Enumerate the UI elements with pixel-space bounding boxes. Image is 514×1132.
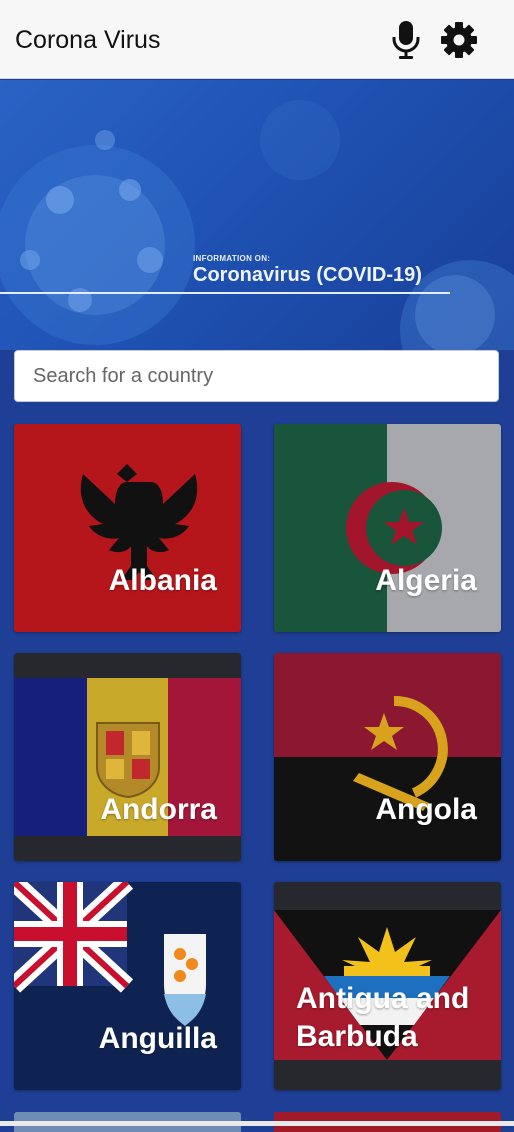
anguilla-flag-image [14,882,241,1090]
banner-divider [0,292,450,294]
virus-illustration [0,100,514,350]
country-card-albania[interactable]: Albania [14,424,241,632]
albania-flag-image [14,424,241,632]
country-card-anguilla[interactable]: Anguilla [14,882,241,1090]
country-card-andorra[interactable]: Andorra [14,653,241,861]
gear-icon[interactable] [440,21,478,59]
country-name: Anguilla [98,1022,217,1055]
microphone-icon[interactable] [390,20,422,60]
app-header: Corona Virus [0,0,514,79]
bottom-edge [0,1121,514,1126]
country-card-antigua-and-barbuda[interactable]: Antigua and Barbuda [274,882,501,1090]
country-name: Antigua and Barbuda [296,982,470,1053]
angola-flag-image [274,653,501,861]
app-title: Corona Virus [15,26,161,54]
country-card-angola[interactable]: Angola [274,653,501,861]
country-name: Algeria [375,564,477,597]
andorra-flag-image [14,653,241,861]
covid-banner: INFORMATION ON: Coronavirus (COVID-19) [0,80,514,350]
country-card-algeria[interactable]: Algeria [274,424,501,632]
country-name: Angola [375,793,477,826]
banner-subtitle: INFORMATION ON: [193,254,271,263]
algeria-flag-image [274,424,501,632]
country-name: Andorra [100,793,217,826]
country-search-input[interactable] [14,350,499,402]
banner-title: Coronavirus (COVID-19) [193,264,422,286]
country-name: Albania [108,564,217,597]
